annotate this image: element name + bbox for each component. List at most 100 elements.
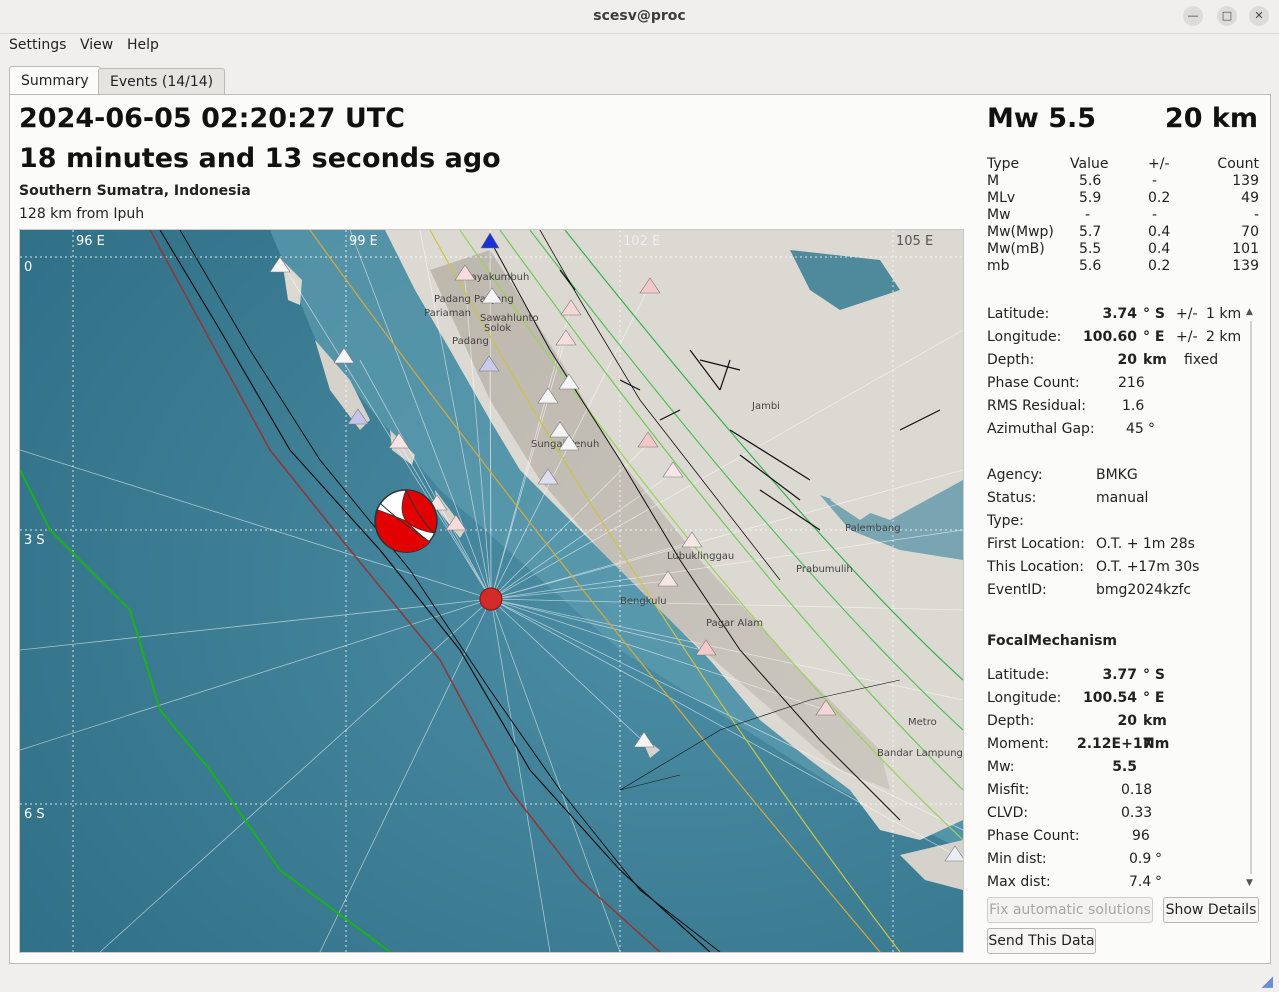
longitude-value: 100.60 (1082, 329, 1137, 345)
header-count: Count (1217, 156, 1259, 172)
menu-settings[interactable]: Settings (9, 37, 66, 53)
fm-clvd-value: 0.33 (1121, 805, 1153, 821)
lon-label-105: 105 E (896, 234, 933, 249)
details-scrollbar[interactable]: ▲ ▼ (1245, 307, 1258, 888)
send-this-data-button[interactable]: Send This Data (987, 928, 1096, 954)
fm-misfit-value: 0.18 (1121, 782, 1153, 798)
magnitude-row: M 5.6 - 139 (987, 173, 1259, 190)
status-value: manual (1096, 490, 1149, 506)
this-location-value: O.T. +17m 30s (1096, 559, 1200, 575)
lat-label-6s: 6 S (24, 807, 45, 822)
headline-depth: 20 km (1164, 103, 1258, 134)
show-details-button[interactable]: Show Details (1163, 897, 1259, 923)
place-pariaman: Pariaman (424, 308, 471, 319)
place-bandar-lampung: Bandar Lampung (877, 748, 963, 759)
mag-uncertainty: 0.2 (1148, 190, 1171, 206)
minimize-icon[interactable]: — (1183, 6, 1203, 26)
mag-count: - (1253, 207, 1259, 223)
first-location-value: O.T. + 1m 28s (1096, 536, 1195, 552)
fm-latitude-unit: ° S (1143, 667, 1165, 683)
fm-phase-count-label: Phase Count: (987, 828, 1080, 844)
place-padang-panjang: Padang Panjang (434, 294, 514, 305)
time-ago: 18 minutes and 13 seconds ago (19, 143, 501, 174)
lon-label-102: 102 E (623, 234, 660, 249)
mag-type: Mw (987, 207, 1011, 223)
fm-mw-value: 5.5 (1112, 759, 1137, 775)
depth-value: 20 (1117, 352, 1137, 368)
mag-uncertainty: 0.4 (1148, 224, 1171, 240)
magnitude-table: Type Value +/- Count M 5.6 - 139 MLv 5.9… (987, 156, 1259, 275)
status-label: Status: (987, 490, 1037, 506)
agency-label: Agency: (987, 467, 1043, 483)
region-name: Southern Sumatra, Indonesia (19, 183, 251, 199)
mag-value: 5.6 (1079, 258, 1102, 274)
fm-depth-value: 20 (1117, 713, 1137, 729)
maximize-icon[interactable]: □ (1217, 6, 1237, 26)
place-metro: Metro (908, 717, 937, 728)
mag-type: M (987, 173, 1000, 189)
this-location-label: This Location: (987, 559, 1084, 575)
mag-type: mb (987, 258, 1010, 274)
focal-mechanism-beachball[interactable] (374, 489, 438, 553)
event-id-label: EventID: (987, 582, 1047, 598)
place-payakumbuh: Payakumbuh (465, 272, 529, 283)
fm-moment-label: Moment: (987, 736, 1049, 752)
place-palembang: Palembang (845, 523, 901, 534)
phase-count-label: Phase Count: (987, 375, 1080, 391)
fm-depth-unit: km (1143, 713, 1167, 729)
menu-help[interactable]: Help (127, 37, 159, 53)
header-value: Value (1070, 156, 1109, 172)
magnitude-table-header: Type Value +/- Count (987, 156, 1259, 173)
gap-unit: ° (1148, 421, 1155, 437)
latitude-unit: ° S (1143, 306, 1165, 322)
mag-type: MLv (987, 190, 1016, 206)
header-uncertainty: +/- (1148, 156, 1170, 172)
header-type: Type (987, 156, 1020, 172)
place-jambi: Jambi (751, 401, 780, 412)
event-map[interactable]: Payakumbuh Padang Panjang Pariaman Sawah… (19, 229, 964, 953)
scroll-down-icon[interactable]: ▼ (1246, 878, 1253, 888)
depth-unit: km (1143, 352, 1167, 368)
mag-value: 5.7 (1079, 224, 1102, 240)
tab-events[interactable]: Events (14/14) (98, 68, 226, 95)
fm-min-dist-unit: ° (1155, 851, 1162, 867)
scroll-up-icon[interactable]: ▲ (1246, 307, 1253, 317)
lon-label-99: 99 E (349, 234, 378, 249)
epicenter-marker[interactable] (479, 587, 503, 611)
fm-max-dist-label: Max dist: (987, 874, 1051, 890)
longitude-unit: ° E (1143, 329, 1165, 345)
place-pagar-alam: Pagar Alam (706, 618, 763, 629)
magnitude-row: Mw(mB) 5.5 0.4 101 (987, 241, 1259, 258)
fm-misfit-label: Misfit: (987, 782, 1030, 798)
mag-count: 70 (1241, 224, 1259, 240)
mag-uncertainty: - (1152, 207, 1158, 223)
fm-phase-count-value: 96 (1132, 828, 1150, 844)
fix-automatic-solutions-button[interactable]: Fix automatic solutions (987, 897, 1153, 923)
mag-count: 139 (1232, 173, 1259, 189)
tab-summary[interactable]: Summary (9, 66, 101, 96)
fm-max-dist-unit: ° (1155, 874, 1162, 890)
mag-uncertainty: - (1152, 173, 1158, 189)
headline-magnitude: Mw 5.5 (987, 103, 1097, 134)
latitude-label: Latitude: (987, 306, 1050, 322)
agency-value: BMKG (1096, 467, 1138, 483)
mag-type: Mw(Mwp) (987, 224, 1054, 240)
lat-label-3s: 3 S (24, 533, 45, 548)
fm-latitude-label: Latitude: (987, 667, 1050, 683)
fm-longitude-label: Longitude: (987, 690, 1062, 706)
place-padang: Padang (452, 336, 489, 347)
longitude-pm: +/- (1176, 329, 1198, 345)
resize-grip-icon[interactable]: ◢ (1261, 972, 1273, 990)
mag-value: - (1085, 207, 1091, 223)
place-bengkulu: Bengkulu (620, 596, 667, 607)
mag-value: 5.5 (1079, 241, 1102, 257)
fm-moment-unit: Nm (1143, 736, 1170, 752)
depth-note: fixed (1184, 352, 1219, 368)
close-icon[interactable]: ✕ (1249, 6, 1269, 26)
mag-count: 49 (1241, 190, 1259, 206)
scroll-track[interactable] (1250, 321, 1252, 874)
rms-label: RMS Residual: (987, 398, 1086, 414)
menu-view[interactable]: View (80, 37, 113, 53)
fm-longitude-value: 100.54 (1082, 690, 1137, 706)
window-title: scesv@proc (593, 8, 686, 24)
